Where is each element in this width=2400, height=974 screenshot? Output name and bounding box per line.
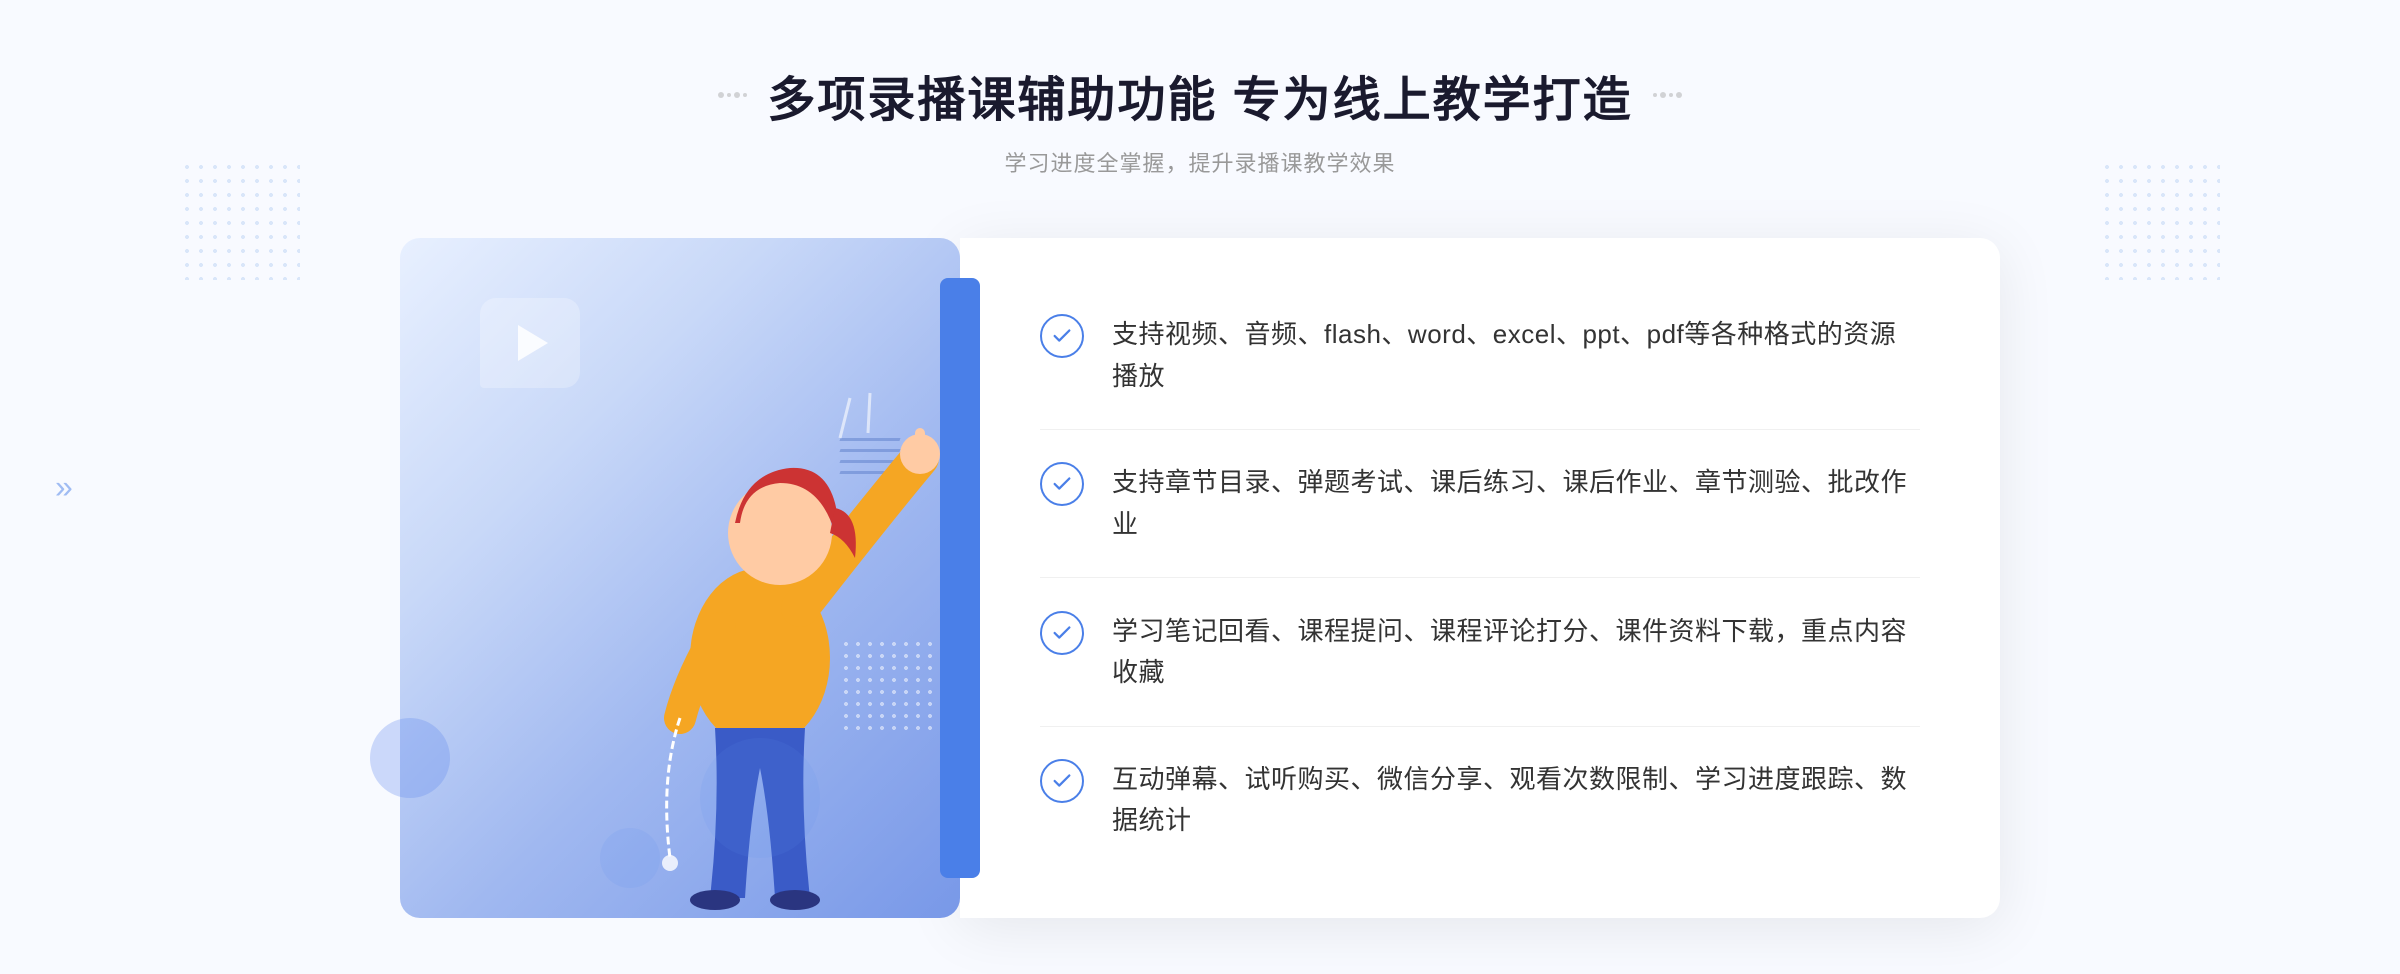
divider-3 xyxy=(1040,726,1920,727)
check-icon-3 xyxy=(1040,611,1084,655)
feature-panel: 支持视频、音频、flash、word、excel、ppt、pdf等各种格式的资源… xyxy=(960,238,2000,918)
header-section: 多项录播课辅助功能 专为线上教学打造 学习进度全掌握，提升录播课教学效果 xyxy=(718,60,1681,178)
dot xyxy=(1676,92,1682,98)
bg-circle-large xyxy=(700,738,820,858)
title-decorator-left xyxy=(718,92,747,98)
feature-item-4: 互动弹幕、试听购买、微信分享、观看次数限制、学习进度跟踪、数据统计 xyxy=(1040,739,1920,862)
page-subtitle: 学习进度全掌握，提升录播课教学效果 xyxy=(718,146,1681,178)
dots-decoration-right xyxy=(2100,160,2220,280)
check-icon-1 xyxy=(1040,314,1084,358)
feature-text-3: 学习笔记回看、课程提问、课程评论打分、课件资料下载，重点内容收藏 xyxy=(1112,611,1920,694)
check-icon-2 xyxy=(1040,462,1084,506)
page-container: » 多项录播课辅助功能 专为线上教学打造 学习进度全掌握，提升录播课教学效果 xyxy=(0,0,2400,974)
page-title: 多项录播课辅助功能 专为线上教学打造 xyxy=(767,60,1632,130)
play-icon xyxy=(518,325,548,361)
check-icon-4 xyxy=(1040,759,1084,803)
dot xyxy=(1653,93,1657,97)
feature-item-3: 学习笔记回看、课程提问、课程评论打分、课件资料下载，重点内容收藏 xyxy=(1040,591,1920,714)
dots-decoration-left xyxy=(180,160,300,280)
feature-text-1: 支持视频、音频、flash、word、excel、ppt、pdf等各种格式的资源… xyxy=(1112,314,1920,397)
bg-circle-small xyxy=(600,828,660,888)
dot xyxy=(1660,92,1666,98)
title-row: 多项录播课辅助功能 专为线上教学打造 xyxy=(718,60,1681,130)
illustration-panel xyxy=(400,238,960,918)
divider-1 xyxy=(1040,429,1920,430)
chevrons-left: » xyxy=(55,469,73,506)
feature-item-1: 支持视频、音频、flash、word、excel、ppt、pdf等各种格式的资源… xyxy=(1040,294,1920,417)
dot xyxy=(1669,93,1673,97)
feature-text-2: 支持章节目录、弹题考试、课后练习、课后作业、章节测验、批改作业 xyxy=(1112,462,1920,545)
feature-text-4: 互动弹幕、试听购买、微信分享、观看次数限制、学习进度跟踪、数据统计 xyxy=(1112,759,1920,842)
content-area: 支持视频、音频、flash、word、excel、ppt、pdf等各种格式的资源… xyxy=(400,238,2000,918)
dot xyxy=(727,93,731,97)
chevron-icon-left: » xyxy=(55,469,73,506)
divider-2 xyxy=(1040,577,1920,578)
dot xyxy=(718,92,724,98)
feature-item-2: 支持章节目录、弹题考试、课后练习、课后作业、章节测验、批改作业 xyxy=(1040,442,1920,565)
title-decorator-right xyxy=(1653,92,1682,98)
deco-semicircle xyxy=(370,718,450,798)
dot xyxy=(734,92,740,98)
dot xyxy=(743,93,747,97)
